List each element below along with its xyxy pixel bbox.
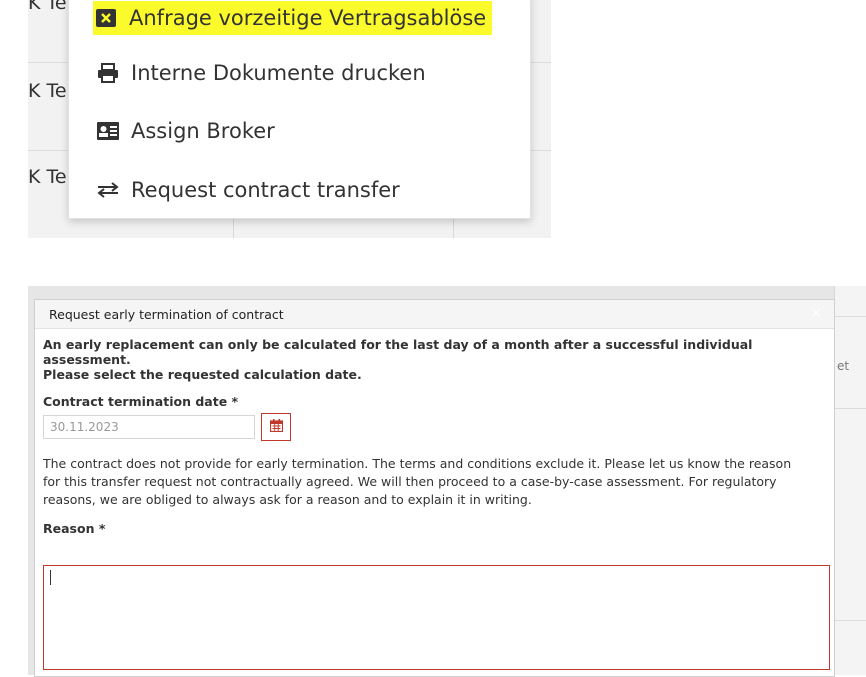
intro-line: assessment.	[43, 352, 131, 367]
dialog-header: Request early termination of contract ×	[35, 300, 834, 329]
background-row-divider	[835, 316, 866, 317]
text-cursor	[50, 570, 51, 585]
close-icon[interactable]: ×	[810, 305, 822, 321]
table-cell-text: K Te	[28, 0, 67, 14]
intro-line: An early replacement can only be calcula…	[43, 337, 753, 352]
info-line: The contract does not provide for early …	[43, 456, 792, 471]
id-card-icon	[95, 120, 121, 142]
dialog-title: Request early termination of contract	[49, 306, 284, 322]
background-row-divider	[835, 620, 866, 621]
close-square-icon	[93, 7, 119, 29]
dialog-body: An early replacement can only be calcula…	[35, 329, 834, 536]
background-cut-text: et	[837, 359, 850, 373]
menu-item-assign-broker[interactable]: Assign Broker	[95, 114, 275, 148]
menu-item-label: Assign Broker	[131, 119, 275, 143]
table-cell-text: K Te	[28, 80, 67, 102]
menu-item-label: Request contract transfer	[131, 178, 400, 202]
menu-item-label: Interne Dokumente drucken	[131, 61, 426, 85]
info-line: reasons, we are obliged to always ask fo…	[43, 492, 532, 507]
background-row-divider	[835, 408, 866, 409]
transfer-arrows-icon	[95, 179, 121, 201]
calendar-icon	[269, 419, 283, 435]
termination-info-text: The contract does not provide for early …	[43, 455, 826, 509]
info-line: for this transfer request not contractua…	[43, 474, 777, 489]
printer-icon	[95, 62, 121, 84]
context-menu: Anfrage vorzeitige Vertragsablöse Intern…	[68, 0, 531, 219]
early-termination-dialog: Request early termination of contract × …	[34, 299, 835, 677]
reason-label: Reason *	[43, 521, 106, 536]
background-page-edge: et	[834, 286, 866, 675]
termination-date-row: 30.11.2023	[43, 413, 826, 441]
calendar-button[interactable]	[261, 413, 291, 441]
menu-item-request-contract-transfer[interactable]: Request contract transfer	[95, 173, 400, 207]
reason-textarea[interactable]	[43, 565, 830, 670]
termination-date-input[interactable]: 30.11.2023	[43, 415, 255, 439]
termination-date-label: Contract termination date *	[43, 394, 239, 409]
menu-item-print-internal-documents[interactable]: Interne Dokumente drucken	[95, 56, 426, 90]
intro-line: Please select the requested calculation …	[43, 367, 362, 382]
table-cell-text: K Te	[28, 166, 67, 188]
menu-item-label: Anfrage vorzeitige Vertragsablöse	[129, 6, 487, 30]
menu-item-request-early-termination[interactable]: Anfrage vorzeitige Vertragsablöse	[93, 1, 493, 35]
